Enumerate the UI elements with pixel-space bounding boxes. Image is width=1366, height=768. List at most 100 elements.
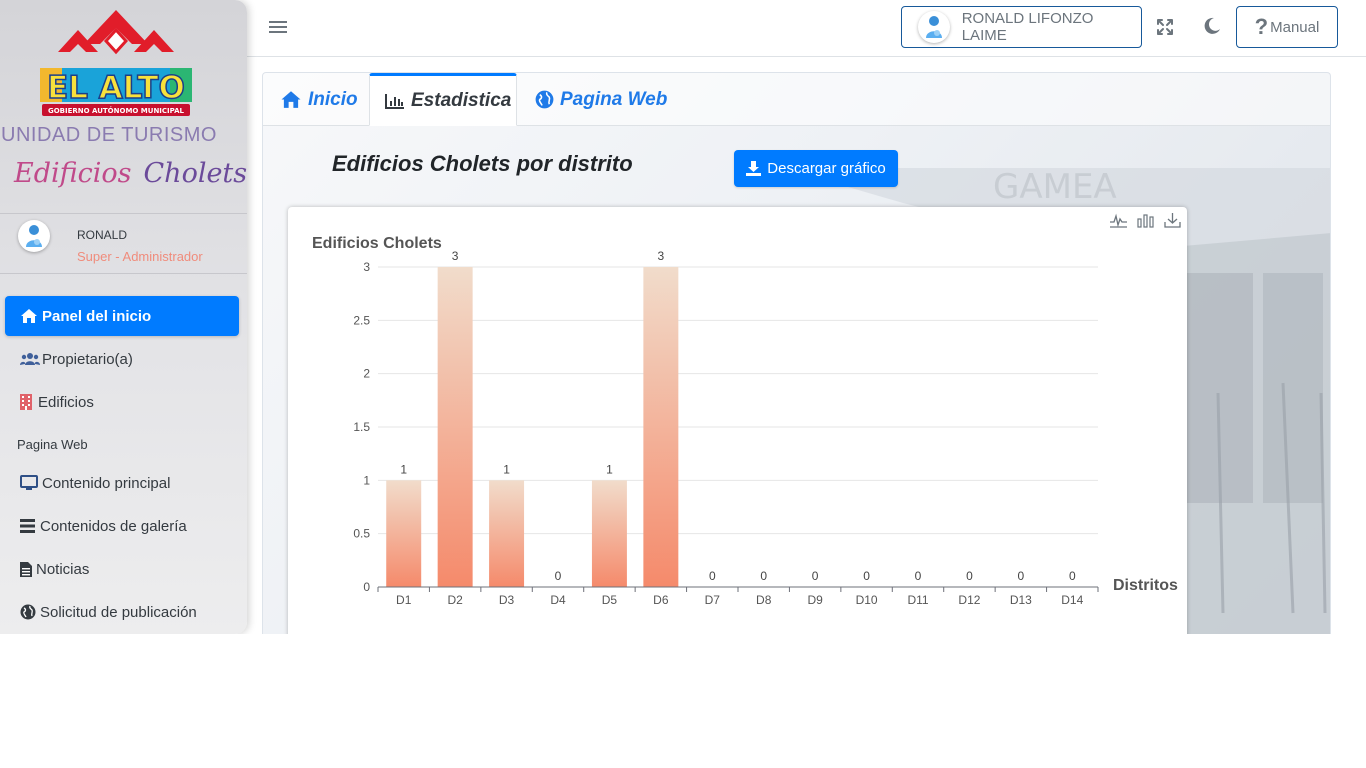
avatar	[918, 11, 950, 43]
bar[interactable]	[489, 480, 525, 587]
x-axis-label: Distritos	[1113, 577, 1178, 594]
data-label: 1	[606, 462, 613, 476]
y-tick-label: 2.5	[353, 313, 370, 327]
chart-title: Edificios Cholets	[312, 235, 442, 252]
x-tick-label: D11	[907, 593, 928, 607]
users-icon	[20, 353, 40, 365]
home-icon	[281, 91, 301, 108]
bar-chart-icon	[385, 93, 404, 109]
y-tick-label: 2	[363, 367, 370, 381]
sidebar-item-contenidos-galeria[interactable]: Contenidos de galería	[5, 506, 239, 546]
tab-pagina-web[interactable]: Pagina Web	[535, 73, 667, 126]
sidebar-item-label: Propietario(a)	[42, 350, 133, 368]
content-tabs: Inicio Estadistica Pagina Web	[263, 73, 1330, 126]
sidebar-item-label: Contenido principal	[42, 474, 171, 492]
sidebar-item-contenido-principal[interactable]: Contenido principal	[5, 463, 239, 503]
data-label: 0	[915, 569, 922, 583]
tab-inicio[interactable]: Inicio	[280, 73, 358, 126]
x-tick-label: D7	[705, 593, 721, 607]
document-icon	[20, 561, 32, 577]
user-role: Super - Administrador	[77, 249, 203, 264]
logo-text: EL ALTO	[47, 70, 185, 106]
tab-label: Pagina Web	[560, 88, 668, 110]
data-label: 0	[812, 569, 819, 583]
data-label: 0	[966, 569, 973, 583]
chart-toolbox	[1110, 213, 1181, 228]
sidebar-item-label: Solicitud de publicación	[40, 603, 197, 621]
x-tick-label: D6	[653, 593, 669, 607]
building-icon	[20, 394, 32, 410]
sidebar-item-solicitud-publicacion[interactable]: Solicitud de publicación	[5, 592, 239, 632]
sidebar-item-panel-inicio[interactable]: Panel del inicio	[5, 296, 239, 336]
x-tick-label: D3	[499, 593, 515, 607]
x-tick-label: D8	[756, 593, 772, 607]
sidebar-item-label: Edificios	[38, 393, 94, 411]
bg-sign-text: GAMEA	[993, 167, 1117, 207]
tab-label: Estadistica	[411, 89, 512, 111]
sidebar-item-label: Contenidos de galería	[40, 517, 187, 535]
x-tick-label: D14	[1061, 593, 1083, 607]
x-tick-label: D1	[396, 593, 412, 607]
sidebar-item-edificios[interactable]: Edificios	[5, 382, 239, 422]
main-content: GAMEA Inicio Estadistica Pagina Web Edif…	[262, 72, 1331, 634]
data-label: 0	[709, 569, 716, 583]
line-chart-icon[interactable]	[1110, 213, 1127, 228]
user-avatar-icon	[926, 16, 942, 38]
tab-estadistica[interactable]: Estadistica	[369, 73, 517, 126]
app-window: EL ALTO GOBIERNO AUTÓNOMO MUNICIPAL UNID…	[0, 0, 1366, 634]
x-tick-label: D9	[807, 593, 823, 607]
brand-script: Edificios Cholets	[14, 158, 247, 189]
question-icon: ?	[1254, 14, 1269, 39]
user-avatar-icon	[26, 225, 42, 247]
manual-button[interactable]: ? Manual	[1236, 6, 1338, 48]
download-chart-button[interactable]: Descargar gráfico	[734, 150, 898, 187]
y-tick-label: 1.5	[353, 420, 370, 434]
bar-chart: Edificios Cholets 1 3 1 0 1 3 0 0 0 0 0 0 0 0 0 0.5 1 1.…	[312, 235, 1178, 607]
data-label: 1	[503, 462, 510, 476]
bar[interactable]	[386, 480, 422, 587]
y-tick-label: 0	[363, 580, 370, 594]
chart-card: Edificios Cholets 1 3 1 0 1 3 0 0 0 0 0 0 0 0 0 0.5 1 1.…	[288, 207, 1187, 634]
logo-subtext: GOBIERNO AUTÓNOMO MUNICIPAL	[48, 106, 185, 115]
data-label: 1	[400, 462, 407, 476]
user-menu-button[interactable]: RONALD LIFONZO LAIME	[901, 6, 1142, 48]
sidebar-item-label: Panel del inicio	[42, 307, 152, 325]
download-label: Descargar gráfico	[767, 160, 886, 177]
sidebar-item-noticias[interactable]: Noticias	[5, 549, 239, 589]
sidebar-item-propietario[interactable]: Propietario(a)	[5, 339, 239, 379]
unidad-label: UNIDAD DE TURISMO	[1, 124, 217, 146]
y-tick-label: 0.5	[353, 527, 370, 541]
script-word-1: Edificios	[14, 158, 132, 189]
x-tick-label: D12	[958, 593, 980, 607]
x-tick-label: D10	[856, 593, 878, 607]
x-tick-label: D13	[1010, 593, 1032, 607]
home-icon	[21, 309, 37, 323]
sidebar-nav: Panel del inicio Propietario(a) Edificio…	[5, 296, 239, 634]
x-tick-label: D2	[447, 593, 463, 607]
bar[interactable]	[437, 267, 473, 587]
user-panel: RONALD Super - Administrador	[0, 214, 247, 274]
avatar[interactable]	[18, 220, 50, 252]
y-tick-label: 1	[363, 473, 370, 487]
user-name: RONALD	[77, 228, 128, 242]
hamburger-menu-icon[interactable]	[269, 18, 287, 38]
user-menu-label: RONALD LIFONZO LAIME	[961, 10, 1094, 44]
bar[interactable]	[643, 267, 679, 587]
monitor-icon	[20, 475, 38, 490]
globe-icon	[20, 604, 36, 620]
brand-area: EL ALTO GOBIERNO AUTÓNOMO MUNICIPAL UNID…	[0, 0, 247, 214]
data-label: 0	[760, 569, 767, 583]
script-word-2: Cholets	[143, 158, 247, 189]
data-label: 3	[658, 249, 665, 263]
page-title: Edificios Cholets por distrito	[332, 151, 633, 176]
top-navbar: RONALD LIFONZO LAIME ? Manual	[247, 0, 1366, 57]
data-label: 0	[863, 569, 870, 583]
list-icon	[20, 519, 35, 533]
bar[interactable]	[591, 480, 627, 587]
sidebar-item-label: Noticias	[36, 560, 90, 578]
fullscreen-expand-icon[interactable]	[1156, 18, 1174, 36]
bar-chart-icon[interactable]	[1137, 213, 1154, 228]
moon-icon[interactable]	[1203, 17, 1221, 35]
save-image-icon[interactable]	[1164, 213, 1181, 228]
el-alto-logo[interactable]: EL ALTO GOBIERNO AUTÓNOMO MUNICIPAL	[36, 8, 196, 120]
